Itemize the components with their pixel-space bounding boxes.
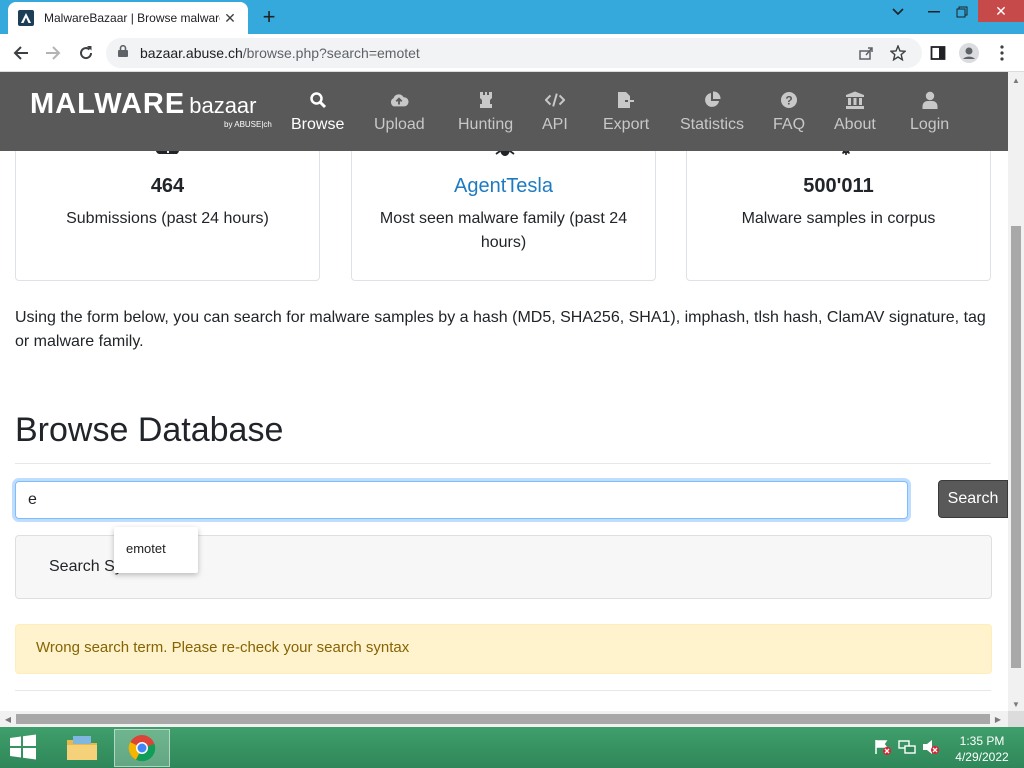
clock-time: 1:35 PM <box>959 734 1005 748</box>
stat-description: Most seen malware family (past 24 hours) <box>379 210 628 251</box>
logo-bazaar-text: bazaar <box>189 93 257 118</box>
scrollbar-corner <box>1008 711 1024 727</box>
profile-avatar-icon[interactable] <box>959 43 979 63</box>
reload-icon[interactable] <box>73 40 99 66</box>
action-center-flag-icon[interactable] <box>874 739 892 755</box>
kebab-menu-icon[interactable] <box>992 43 1012 63</box>
horizontal-scroll-thumb[interactable] <box>16 714 990 724</box>
nav-hunting-label: Hunting <box>458 116 514 133</box>
logo-abuse-subtext: by ABUSE|ch <box>224 120 272 129</box>
tab-close-icon[interactable]: ✕ <box>222 10 238 26</box>
svg-text:?: ? <box>785 94 792 108</box>
nav-upload[interactable]: Upload <box>374 90 425 134</box>
taskbar: 1:35 PM 4/29/2022 <box>0 727 1024 768</box>
search-input[interactable] <box>15 481 908 519</box>
cogs-icon <box>829 151 850 158</box>
system-clock[interactable]: 1:35 PM 4/29/2022 <box>950 733 1014 765</box>
nav-browse-label: Browse <box>291 116 345 133</box>
nav-upload-label: Upload <box>374 116 425 133</box>
nav-login-label: Login <box>910 116 950 133</box>
stat-description: Malware samples in corpus <box>741 210 936 227</box>
stat-description: Submissions (past 24 hours) <box>66 210 269 227</box>
page-content: 464 Submissions (past 24 hours) AgentTes… <box>0 151 1008 711</box>
nav-export[interactable]: Export <box>603 90 649 134</box>
autocomplete-dropdown: emotet <box>114 527 198 573</box>
browser-tabstrip: MalwareBazaar | Browse malware ✕ + ✕ <box>0 0 1024 34</box>
site-header: MALWARE bazaar by ABUSE|ch Browse Upload … <box>0 72 1024 151</box>
horizontal-scrollbar[interactable]: ◀ ▶ <box>0 711 1008 727</box>
stat-value: 500'011 <box>803 175 874 197</box>
nav-faq-label: FAQ <box>773 116 806 133</box>
nav-about-label: About <box>834 116 876 133</box>
share-icon[interactable] <box>856 43 876 63</box>
stat-card-submissions: 464 Submissions (past 24 hours) <box>15 151 320 281</box>
nav-api-label: API <box>542 116 568 133</box>
browser-toolbar: bazaar.abuse.ch/browse.php?search=emotet <box>0 34 1024 72</box>
stat-value: 464 <box>150 175 185 197</box>
chrome-taskbar-icon[interactable] <box>114 729 170 767</box>
autocomplete-suggestion[interactable]: emotet <box>126 541 198 556</box>
warning-alert: Wrong search term. Please re-check your … <box>15 624 992 674</box>
landmark-icon <box>845 90 865 110</box>
bookmark-star-icon[interactable] <box>888 43 908 63</box>
nav-hunting[interactable]: Hunting <box>458 90 513 134</box>
divider <box>15 463 991 464</box>
page-title: Browse Database <box>15 411 284 449</box>
nav-export-label: Export <box>603 116 650 133</box>
vertical-scroll-thumb[interactable] <box>1011 226 1021 668</box>
intro-text: Using the form below, you can search for… <box>15 309 986 350</box>
file-explorer-icon[interactable] <box>54 729 110 767</box>
file-export-icon <box>616 90 636 110</box>
nav-api[interactable]: API <box>542 90 568 134</box>
chess-rook-icon <box>476 90 496 110</box>
site-logo[interactable]: MALWARE bazaar <box>30 88 257 121</box>
tab-title: MalwareBazaar | Browse malware <box>44 11 220 25</box>
address-bar[interactable]: bazaar.abuse.ch/browse.php?search=emotet <box>106 38 922 68</box>
scroll-left-icon[interactable]: ◀ <box>0 711 16 727</box>
url-path: /browse.php?search=emotet <box>242 45 420 61</box>
stat-value-link[interactable]: AgentTesla <box>352 175 655 198</box>
volume-muted-icon[interactable] <box>922 739 940 755</box>
logo-malware-text: MALWARE <box>30 88 186 120</box>
back-arrow-icon[interactable] <box>8 40 34 66</box>
clock-date: 4/29/2022 <box>955 750 1009 764</box>
malwarebazaar-favicon-icon <box>18 10 34 26</box>
question-circle-icon: ? <box>779 90 799 110</box>
stat-card-corpus: 500'011 Malware samples in corpus <box>686 151 991 281</box>
user-icon <box>920 90 940 110</box>
pie-chart-icon <box>702 90 722 110</box>
search-icon <box>308 90 328 110</box>
tab-search-icon[interactable] <box>882 0 914 24</box>
side-panel-icon[interactable] <box>928 43 948 63</box>
nav-faq[interactable]: ? FAQ <box>773 90 805 134</box>
divider <box>15 690 991 691</box>
nav-statistics[interactable]: Statistics <box>680 90 744 134</box>
bug-icon <box>494 151 515 158</box>
nav-browse[interactable]: Browse <box>291 90 344 134</box>
new-tab-button[interactable]: + <box>258 6 280 28</box>
scroll-right-icon[interactable]: ▶ <box>990 711 1006 727</box>
window-close-button[interactable]: ✕ <box>978 0 1024 22</box>
lock-icon[interactable] <box>118 44 128 62</box>
cloud-upload-icon <box>389 90 409 110</box>
search-button[interactable]: Search <box>938 480 1008 518</box>
scroll-up-icon[interactable]: ▲ <box>1008 72 1024 88</box>
url-host: bazaar.abuse.ch <box>140 45 243 61</box>
stat-card-top-family: AgentTesla Most seen malware family (pas… <box>351 151 656 281</box>
nav-about[interactable]: About <box>834 90 876 134</box>
cloud-upload-icon <box>155 151 179 158</box>
windows-start-icon[interactable] <box>8 733 40 763</box>
forward-arrow-icon[interactable] <box>40 40 66 66</box>
code-icon <box>544 90 565 110</box>
network-icon[interactable] <box>898 739 916 755</box>
scroll-down-icon[interactable]: ▼ <box>1008 696 1024 712</box>
nav-login[interactable]: Login <box>910 90 949 134</box>
vertical-scrollbar[interactable]: ▲ ▼ <box>1008 72 1024 712</box>
browser-tab[interactable]: MalwareBazaar | Browse malware ✕ <box>8 2 248 34</box>
nav-statistics-label: Statistics <box>680 116 745 133</box>
restore-button[interactable] <box>946 0 978 24</box>
